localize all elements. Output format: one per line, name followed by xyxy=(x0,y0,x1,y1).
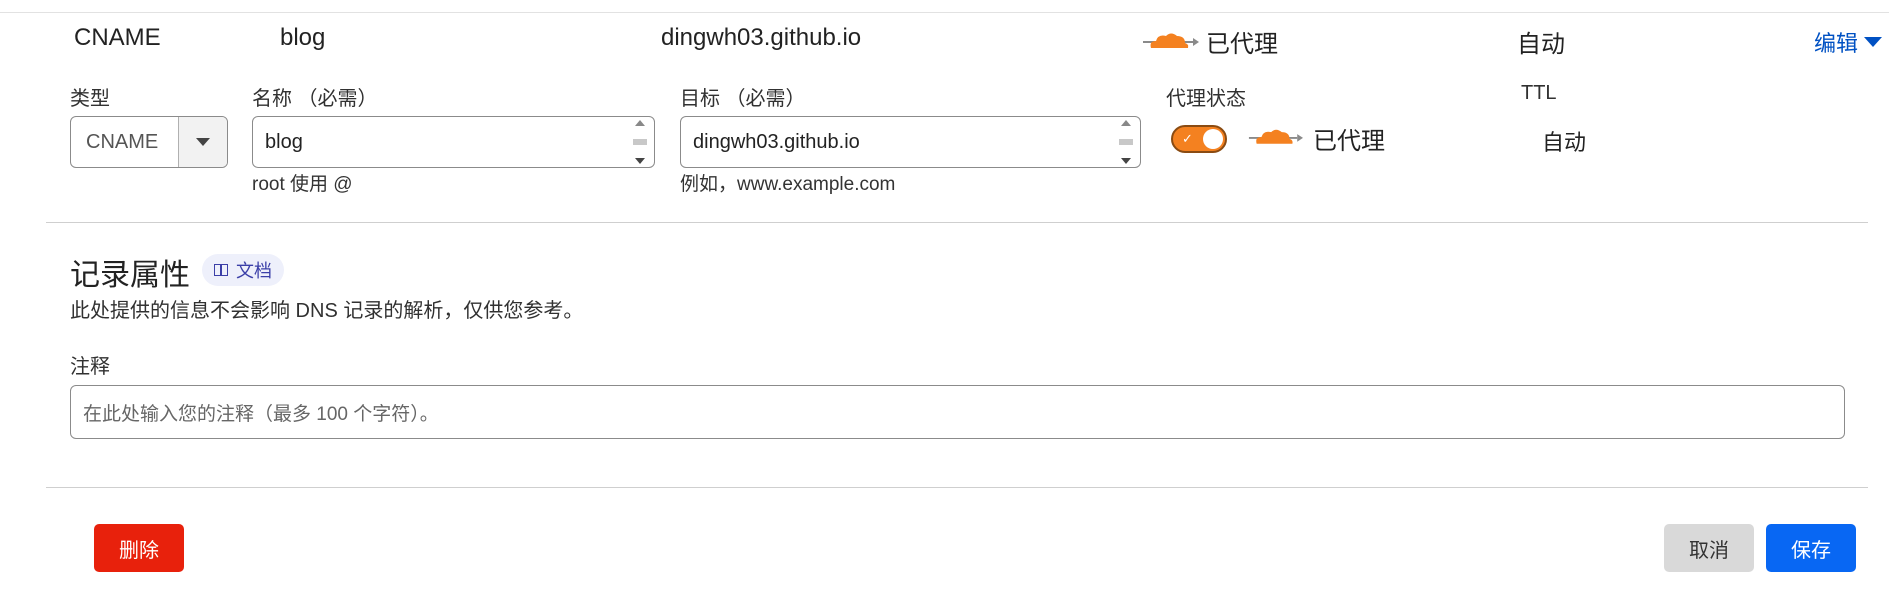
actions-divider xyxy=(46,487,1868,488)
record-attributes-description: 此处提供的信息不会影响 DNS 记录的解析，仅供您参考。 xyxy=(70,300,584,322)
comment-input[interactable]: 在此处输入您的注释（最多 100 个字符）。 xyxy=(70,385,1845,439)
summary-proxy-status: 已代理 xyxy=(1206,31,1278,58)
check-icon: ✓ xyxy=(1182,131,1193,146)
delete-button[interactable]: 删除 xyxy=(94,524,184,572)
type-label: 类型 xyxy=(70,88,110,110)
chevron-down-icon xyxy=(1864,37,1883,47)
proxy-status-value: 已代理 xyxy=(1313,128,1385,155)
summary-name: blog xyxy=(280,24,326,51)
name-hint: root 使用 @ xyxy=(252,174,353,195)
proxied-cloud-icon xyxy=(1247,124,1303,153)
comment-placeholder: 在此处输入您的注释（最多 100 个字符）。 xyxy=(83,403,439,425)
caret-down-icon xyxy=(196,138,210,146)
target-input-value: dingwh03.github.io xyxy=(693,130,860,153)
target-hint: 例如，www.example.com xyxy=(680,174,896,195)
proxy-status-label: 代理状态 xyxy=(1166,88,1246,110)
toggle-knob xyxy=(1203,129,1223,149)
summary-ttl: 自动 xyxy=(1517,31,1565,58)
section-divider xyxy=(46,222,1868,223)
docs-label: 文档 xyxy=(236,261,272,281)
top-divider xyxy=(0,12,1889,13)
save-button[interactable]: 保存 xyxy=(1766,524,1856,572)
name-input[interactable]: blog xyxy=(252,116,655,168)
type-select-value: CNAME xyxy=(86,130,159,153)
target-input-scrollbar[interactable] xyxy=(1116,120,1136,164)
record-attributes-title: 记录属性 xyxy=(70,259,190,292)
edit-toggle-link[interactable]: 编辑 xyxy=(1814,26,1883,58)
proxied-cloud-icon xyxy=(1141,28,1199,52)
cancel-button[interactable]: 取消 xyxy=(1664,524,1754,572)
target-label: 目标 （必需） xyxy=(680,88,806,110)
scroll-thumb xyxy=(1119,139,1133,145)
type-select-dropdown-button[interactable] xyxy=(178,117,227,167)
scroll-up-icon xyxy=(635,120,645,126)
comment-label: 注释 xyxy=(70,356,110,378)
dns-record-edit-panel: CNAME blog dingwh03.github.io 已代理 自动 编辑 … xyxy=(0,0,1889,592)
summary-type: CNAME xyxy=(74,24,161,51)
docs-link-badge[interactable]: 文档 xyxy=(202,254,284,286)
target-input[interactable]: dingwh03.github.io xyxy=(680,116,1141,168)
scroll-thumb xyxy=(633,139,647,145)
edit-label: 编辑 xyxy=(1814,31,1859,56)
ttl-value: 自动 xyxy=(1542,130,1587,155)
scroll-down-icon xyxy=(635,158,645,164)
scroll-up-icon xyxy=(1121,120,1131,126)
book-icon xyxy=(214,264,228,276)
name-label: 名称 （必需） xyxy=(252,88,378,110)
name-input-scrollbar[interactable] xyxy=(630,120,650,164)
summary-target: dingwh03.github.io xyxy=(661,24,862,51)
ttl-label: TTL xyxy=(1521,82,1557,104)
type-select[interactable]: CNAME xyxy=(70,116,228,168)
proxy-status-toggle[interactable]: ✓ xyxy=(1171,125,1227,153)
name-input-value: blog xyxy=(265,130,303,153)
scroll-down-icon xyxy=(1121,158,1131,164)
